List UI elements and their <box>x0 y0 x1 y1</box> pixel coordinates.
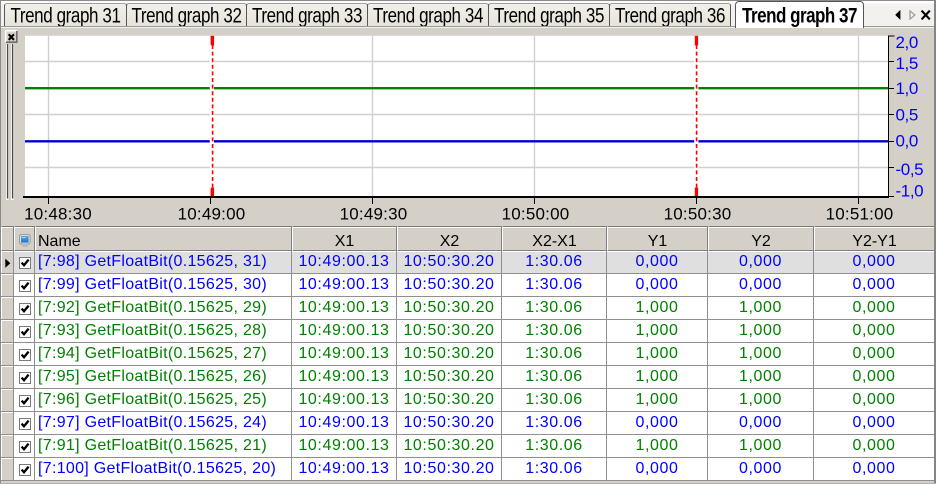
svg-text:0,0: 0,0 <box>896 131 918 150</box>
svg-text:10:50:30: 10:50:30 <box>664 205 732 224</box>
svg-text:10:48:30: 10:48:30 <box>24 205 92 224</box>
svg-text:0,5: 0,5 <box>896 105 918 124</box>
svg-text:10:51:00: 10:51:00 <box>826 205 894 224</box>
svg-text:2,0: 2,0 <box>896 33 918 52</box>
svg-text:-0,5: -0,5 <box>896 160 924 179</box>
svg-text:1,5: 1,5 <box>896 54 918 73</box>
svg-text:10:49:00: 10:49:00 <box>178 205 246 224</box>
svg-text:1,0: 1,0 <box>896 79 918 98</box>
svg-text:-1,0: -1,0 <box>896 181 924 200</box>
svg-text:10:50:00: 10:50:00 <box>502 205 570 224</box>
svg-text:10:49:30: 10:49:30 <box>340 205 408 224</box>
